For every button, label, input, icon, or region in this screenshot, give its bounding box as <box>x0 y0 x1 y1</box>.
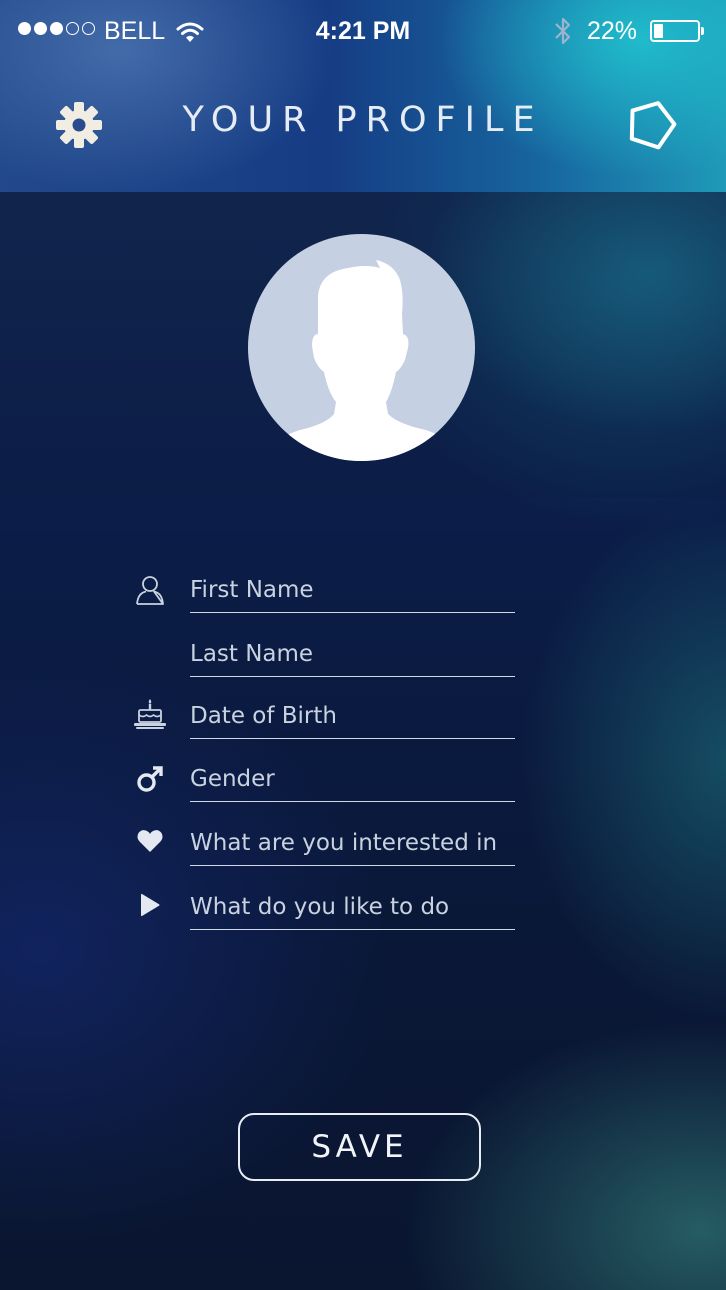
battery-level <box>654 24 663 38</box>
heart-icon <box>130 821 170 861</box>
activities-row <box>130 885 530 945</box>
person-silhouette-icon <box>268 260 454 461</box>
date-of-birth-input[interactable] <box>190 694 515 739</box>
gender-input[interactable] <box>190 757 515 802</box>
avatar[interactable] <box>248 234 475 461</box>
bluetooth-icon <box>553 16 573 55</box>
male-symbol-icon <box>130 759 170 799</box>
battery-icon <box>650 20 704 42</box>
date-of-birth-row <box>130 694 530 754</box>
battery-percent: 22% <box>587 17 638 45</box>
pentagon-icon <box>629 101 677 150</box>
battery-tip <box>701 27 704 35</box>
interests-input[interactable] <box>190 821 515 866</box>
person-icon <box>130 570 170 610</box>
interests-row <box>130 821 530 881</box>
pentagon-button[interactable] <box>624 98 678 150</box>
activities-input[interactable] <box>190 885 515 930</box>
last-name-row <box>130 632 530 692</box>
play-icon <box>130 885 170 925</box>
save-button[interactable]: SAVE <box>238 1113 481 1181</box>
page-title: YOUR PROFILE <box>182 100 544 140</box>
profile-screen: BELL 4:21 PM 22% YOUR PROFILE First Name… <box>0 0 726 1290</box>
first-name-row <box>130 568 530 628</box>
birthday-cake-icon <box>130 694 170 734</box>
gender-row <box>130 757 530 817</box>
first-name-input[interactable] <box>190 568 515 613</box>
last-name-input[interactable] <box>190 632 515 677</box>
